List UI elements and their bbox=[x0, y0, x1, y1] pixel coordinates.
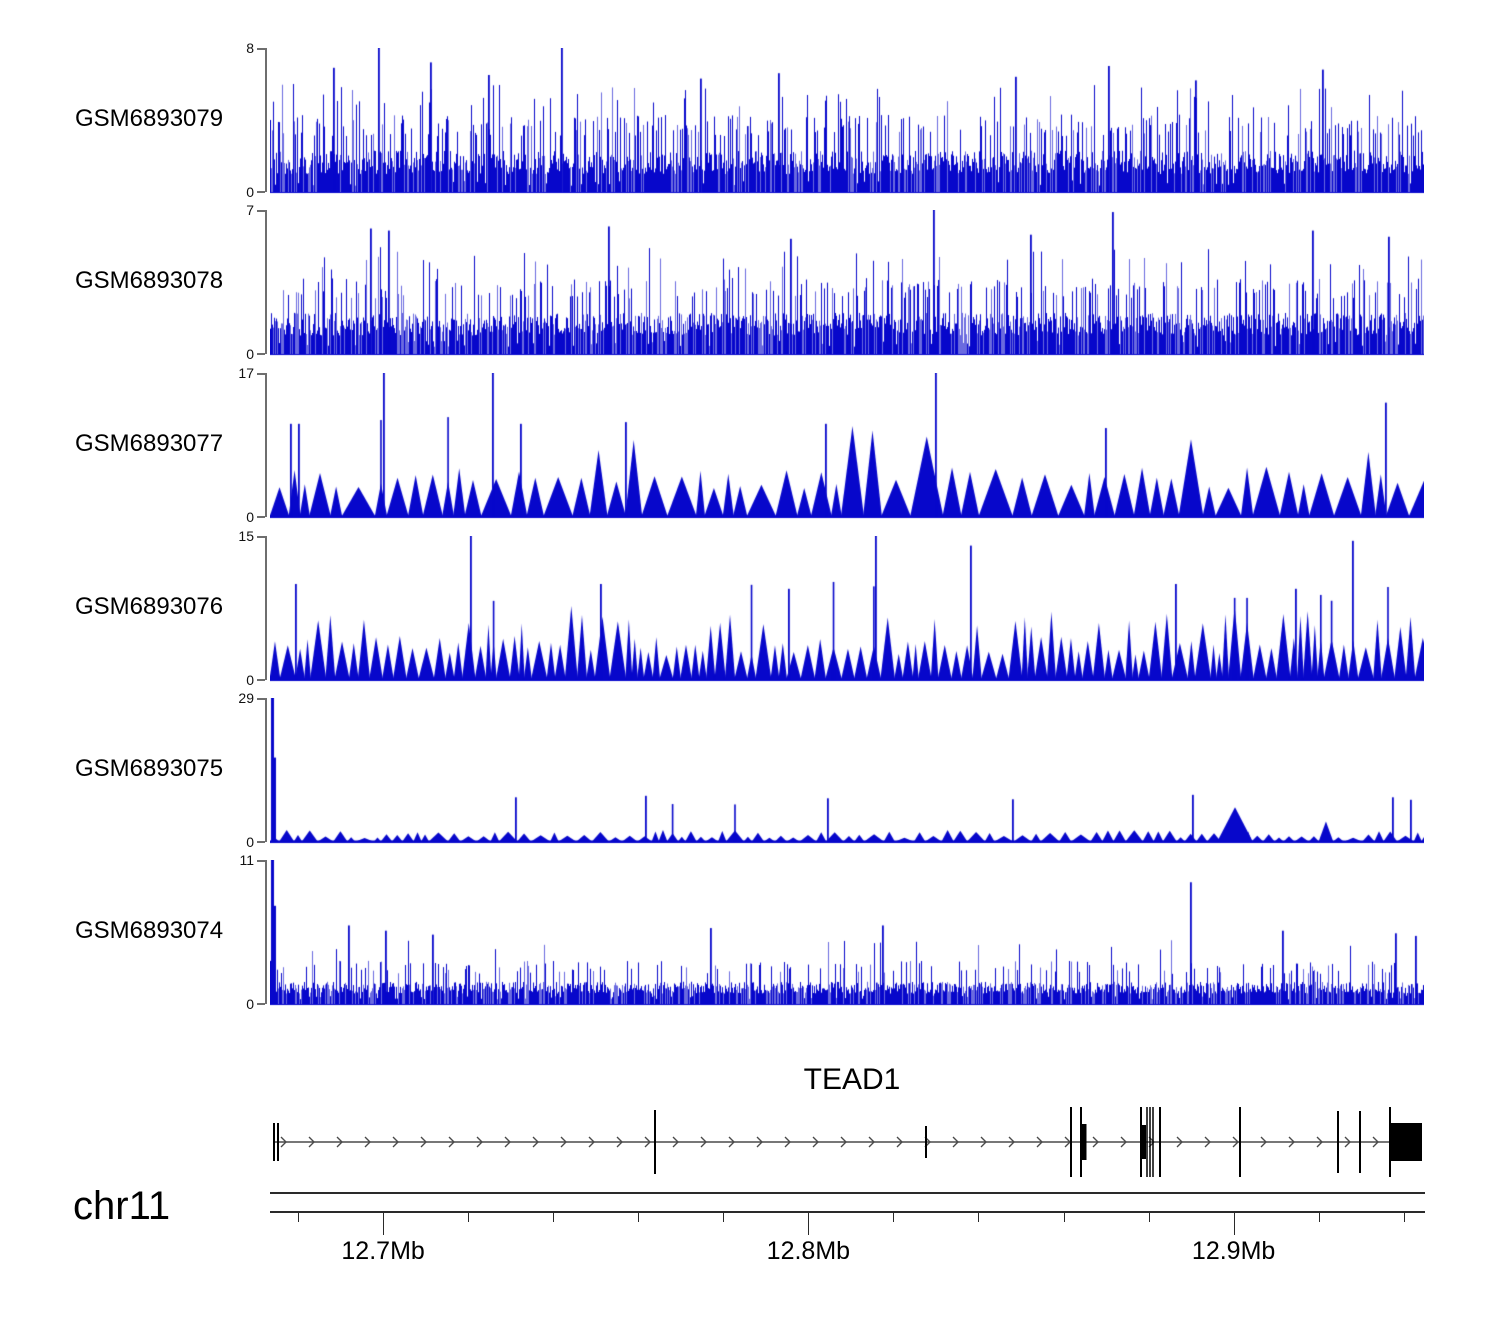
axis-minor-tick bbox=[1148, 1213, 1150, 1222]
y-axis-top-tick bbox=[257, 698, 265, 700]
exon-bar bbox=[1140, 1107, 1142, 1177]
y-axis-min-label: 0 bbox=[246, 672, 254, 688]
y-axis-top-tick bbox=[257, 860, 265, 862]
y-axis-line bbox=[265, 210, 267, 354]
y-axis-line bbox=[265, 373, 267, 517]
exon-bar bbox=[1239, 1107, 1241, 1177]
axis-minor-tick bbox=[978, 1213, 980, 1222]
exon-bar bbox=[273, 1123, 275, 1161]
track-label-gsm6893078: GSM6893078 bbox=[75, 267, 224, 294]
track-label-gsm6893074: GSM6893074 bbox=[75, 917, 224, 944]
y-axis-max-label: 15 bbox=[238, 528, 254, 544]
y-axis-bottom-tick bbox=[257, 191, 265, 193]
y-axis-min-label: 0 bbox=[246, 996, 254, 1012]
y-axis-max-label: 17 bbox=[238, 365, 254, 381]
exon-bar bbox=[1146, 1107, 1148, 1177]
axis-tick-label: 12.7Mb bbox=[341, 1237, 425, 1265]
exon-bar bbox=[925, 1126, 927, 1158]
axis-minor-tick bbox=[468, 1213, 470, 1222]
y-axis-min-label: 0 bbox=[246, 184, 254, 200]
track-label-gsm6893077: GSM6893077 bbox=[75, 430, 224, 457]
coverage-histogram-gsm6893079 bbox=[270, 48, 1424, 194]
axis-tick-label: 12.9Mb bbox=[1191, 1237, 1276, 1265]
axis-minor-tick bbox=[638, 1213, 640, 1222]
y-axis-top-tick bbox=[257, 536, 265, 538]
exon-bar bbox=[1159, 1107, 1161, 1177]
y-axis-line bbox=[265, 698, 267, 842]
y-axis-min-label: 0 bbox=[246, 509, 254, 525]
y-axis-min-label: 0 bbox=[246, 346, 254, 362]
coverage-histogram-gsm6893076 bbox=[270, 536, 1424, 682]
y-axis-bottom-tick bbox=[257, 353, 265, 355]
axis-major-tick bbox=[383, 1213, 385, 1235]
axis-major-tick bbox=[1233, 1213, 1235, 1235]
axis-minor-tick bbox=[1063, 1213, 1065, 1222]
genome-axis-band bbox=[270, 1192, 1425, 1213]
coverage-histogram-gsm6893078 bbox=[270, 210, 1424, 356]
gene-model-svg bbox=[273, 1107, 1422, 1177]
axis-minor-tick bbox=[1318, 1213, 1320, 1222]
y-axis-bottom-tick bbox=[257, 516, 265, 518]
track-label-gsm6893075: GSM6893075 bbox=[75, 755, 224, 782]
y-axis-top-tick bbox=[257, 373, 265, 375]
axis-minor-tick bbox=[298, 1213, 300, 1222]
y-axis-top-tick bbox=[257, 48, 265, 50]
y-axis-max-label: 7 bbox=[246, 202, 254, 218]
genome-browser-figure: GSM6893079 8 0 GSM6893078 7 0 GSM6893077 17 0 GSM… bbox=[0, 0, 1500, 1320]
coverage-histogram-gsm6893077 bbox=[270, 373, 1424, 519]
exon-bar bbox=[1152, 1107, 1154, 1177]
y-axis-line bbox=[265, 48, 267, 192]
y-axis-line bbox=[265, 860, 267, 1004]
exon-bar bbox=[1070, 1107, 1072, 1177]
y-axis-line bbox=[265, 536, 267, 680]
y-axis-bottom-tick bbox=[257, 841, 265, 843]
y-axis-bottom-tick bbox=[257, 1003, 265, 1005]
axis-major-tick bbox=[808, 1213, 810, 1235]
y-axis-max-label: 11 bbox=[239, 852, 254, 868]
y-axis-bottom-tick bbox=[257, 679, 265, 681]
exon-bar bbox=[277, 1123, 279, 1161]
y-axis-min-label: 0 bbox=[246, 834, 254, 850]
axis-tick-label: 12.8Mb bbox=[766, 1237, 851, 1265]
axis-minor-tick bbox=[893, 1213, 895, 1222]
gene-title: TEAD1 bbox=[803, 1063, 901, 1096]
terminal-exon-box bbox=[1390, 1123, 1422, 1161]
y-axis-max-label: 29 bbox=[238, 690, 254, 706]
axis-minor-tick bbox=[1403, 1213, 1405, 1222]
exon-bar bbox=[1149, 1107, 1151, 1177]
y-axis-top-tick bbox=[257, 210, 265, 212]
track-label-gsm6893076: GSM6893076 bbox=[75, 593, 224, 620]
coverage-histogram-gsm6893075 bbox=[270, 698, 1424, 844]
coverage-histogram-gsm6893074 bbox=[270, 860, 1424, 1006]
track-label-gsm6893079: GSM6893079 bbox=[75, 105, 224, 132]
exon-bar bbox=[1359, 1111, 1361, 1173]
exon-bar bbox=[1337, 1111, 1339, 1173]
exon-bar bbox=[1142, 1125, 1146, 1159]
exon-bar bbox=[1081, 1124, 1087, 1160]
axis-minor-tick bbox=[553, 1213, 555, 1222]
y-axis-max-label: 8 bbox=[246, 40, 254, 56]
chromosome-label: chr11 bbox=[73, 1184, 171, 1228]
axis-minor-tick bbox=[723, 1213, 725, 1222]
exon-bar bbox=[654, 1110, 656, 1174]
